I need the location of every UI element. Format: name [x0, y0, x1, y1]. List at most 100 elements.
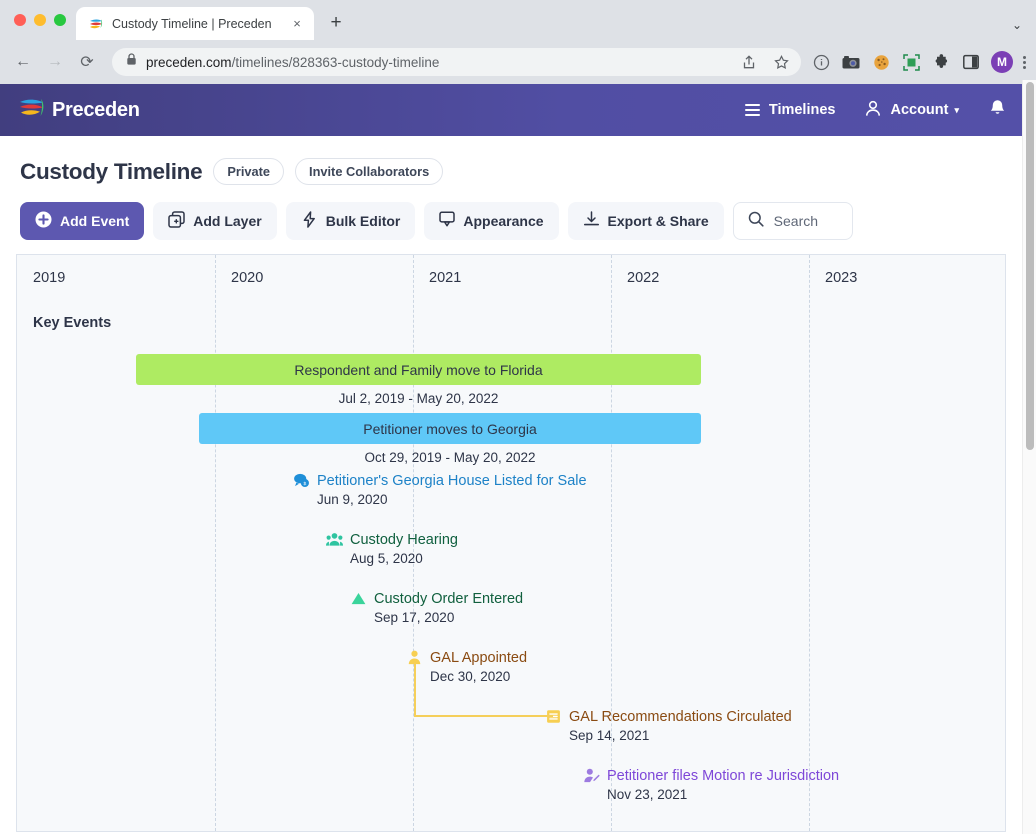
brand-name: Preceden	[52, 98, 140, 121]
add-layer-icon	[168, 211, 185, 231]
layer-title: Key Events	[33, 315, 112, 331]
year-label: 2020	[231, 270, 264, 286]
timeline-event[interactable]: $ Petitioner's Georgia House Listed for S…	[293, 472, 587, 489]
lightning-bolt-icon	[301, 211, 318, 231]
browser-chrome: Custody Timeline | Preceden × + ⌄ ← → ⟳ …	[0, 0, 1036, 84]
close-tab-button[interactable]: ×	[288, 15, 306, 33]
app-header: Preceden Timelines Account ▾	[0, 84, 1022, 136]
person-icon	[865, 100, 881, 121]
timeline-event-date: Aug 5, 2020	[350, 551, 423, 566]
person-edit-icon	[583, 767, 600, 784]
timeline-event-date: Sep 14, 2021	[569, 728, 650, 743]
preceden-favicon-icon	[88, 16, 104, 32]
search-input[interactable]: Search	[732, 202, 853, 240]
timeline-bar[interactable]: Petitioner moves to Georgia	[199, 413, 701, 444]
year-label: 2019	[33, 270, 66, 286]
forward-button[interactable]: →	[40, 47, 70, 77]
bulk-editor-button[interactable]: Bulk Editor	[285, 202, 416, 240]
window-traffic-lights	[12, 0, 76, 40]
header-nav: Timelines Account ▾	[744, 99, 1006, 121]
export-share-label: Export & Share	[607, 213, 709, 229]
sidepanel-icon[interactable]	[961, 52, 981, 72]
add-event-label: Add Event	[60, 213, 130, 229]
timeline-bar-date: Oct 29, 2019 - May 20, 2022	[364, 450, 536, 465]
url-path: /timelines/828363-custody-timeline	[231, 54, 440, 70]
search-placeholder: Search	[773, 213, 819, 229]
timeline-event-date: Jun 9, 2020	[317, 492, 388, 507]
timeline-event[interactable]: GAL Recommendations Circulated	[545, 708, 792, 725]
tab-title: Custody Timeline | Preceden	[112, 16, 272, 31]
download-icon	[583, 211, 600, 231]
page-body: Custody Timeline Private Invite Collabor…	[0, 136, 1022, 832]
appearance-button[interactable]: Appearance	[424, 202, 559, 240]
year-gridline	[611, 255, 612, 831]
extension-icons: M	[811, 51, 1028, 73]
timeline-event-label: Custody Hearing	[350, 531, 458, 548]
scrollbar-thumb[interactable]	[1026, 82, 1034, 450]
browser-toolbar: ← → ⟳ preceden.com/timelines/828363-cust…	[0, 40, 1036, 84]
privacy-badge[interactable]: Private	[213, 158, 285, 185]
timeline-event-date: Sep 17, 2020	[374, 610, 455, 625]
people-group-icon	[326, 531, 343, 548]
search-icon	[748, 211, 764, 232]
timeline-canvas[interactable]: Key Events 2019 2020 2021 2022 2023 Responden…	[16, 254, 1006, 832]
capture-icon[interactable]	[901, 52, 921, 72]
appearance-label: Appearance	[463, 213, 544, 229]
add-event-button[interactable]: Add Event	[20, 202, 145, 240]
year-label: 2022	[627, 270, 660, 286]
new-tab-button[interactable]: +	[322, 9, 350, 37]
appearance-icon	[439, 211, 456, 231]
preceden-logo-icon	[18, 96, 45, 124]
chevron-down-icon[interactable]: ⌄	[1012, 18, 1022, 32]
info-icon[interactable]	[811, 52, 831, 72]
tab-strip: Custody Timeline | Preceden × + ⌄	[0, 0, 1036, 40]
invite-collaborators-button[interactable]: Invite Collaborators	[295, 158, 444, 185]
export-share-button[interactable]: Export & Share	[567, 202, 724, 240]
add-layer-button[interactable]: Add Layer	[153, 202, 277, 240]
nav-account[interactable]: Account ▾	[865, 100, 959, 121]
year-label: 2023	[825, 270, 858, 286]
reload-button[interactable]: ⟳	[72, 47, 102, 77]
minimize-window-button[interactable]	[34, 14, 46, 26]
triangle-icon	[350, 590, 367, 607]
timeline-event-label: Petitioner's Georgia House Listed for Sa…	[317, 472, 587, 489]
profile-avatar[interactable]: M	[991, 51, 1013, 73]
page-scrollbar[interactable]	[1022, 80, 1036, 834]
year-gridline	[215, 255, 216, 831]
timeline-event-date: Nov 23, 2021	[607, 787, 688, 802]
toolbar: Add Event Add Layer Bulk Editor Appearan…	[16, 185, 1006, 254]
nav-timelines[interactable]: Timelines	[744, 102, 836, 118]
browser-tab[interactable]: Custody Timeline | Preceden ×	[76, 7, 314, 40]
timeline-bar[interactable]: Respondent and Family move to Florida	[136, 354, 701, 385]
star-icon[interactable]	[771, 52, 791, 72]
puzzle-icon[interactable]	[931, 52, 951, 72]
svg-text:$: $	[304, 481, 307, 487]
maximize-window-button[interactable]	[54, 14, 66, 26]
bell-icon	[989, 99, 1006, 121]
close-window-button[interactable]	[14, 14, 26, 26]
hamburger-icon	[744, 104, 760, 116]
url-domain: preceden.com	[146, 54, 232, 70]
money-chat-icon: $	[293, 472, 310, 489]
nav-timelines-label: Timelines	[768, 102, 836, 118]
add-layer-label: Add Layer	[193, 213, 262, 229]
preceden-logo[interactable]: Preceden	[18, 96, 140, 124]
address-bar[interactable]: preceden.com/timelines/828363-custody-ti…	[112, 48, 801, 76]
timeline-event[interactable]: Petitioner files Motion re Jurisdiction	[583, 767, 839, 784]
cookie-icon[interactable]	[871, 52, 891, 72]
camera-icon[interactable]	[841, 52, 861, 72]
timeline-event-label: Custody Order Entered	[374, 590, 524, 607]
bulk-editor-label: Bulk Editor	[325, 213, 401, 229]
nav-account-label: Account	[890, 102, 949, 118]
year-label: 2021	[429, 270, 462, 286]
timeline-event[interactable]: Custody Hearing	[326, 531, 458, 548]
url-text: preceden.com/timelines/828363-custody-ti…	[146, 55, 439, 70]
share-icon[interactable]	[739, 52, 759, 72]
notifications-button[interactable]	[989, 99, 1006, 121]
chevron-down-icon: ▾	[954, 104, 959, 115]
timeline-event[interactable]: Custody Order Entered	[350, 590, 523, 607]
back-button[interactable]: ←	[8, 47, 38, 77]
browser-menu-button[interactable]	[1023, 55, 1026, 69]
plus-circle-icon	[35, 211, 52, 231]
event-connector-line	[414, 663, 553, 717]
